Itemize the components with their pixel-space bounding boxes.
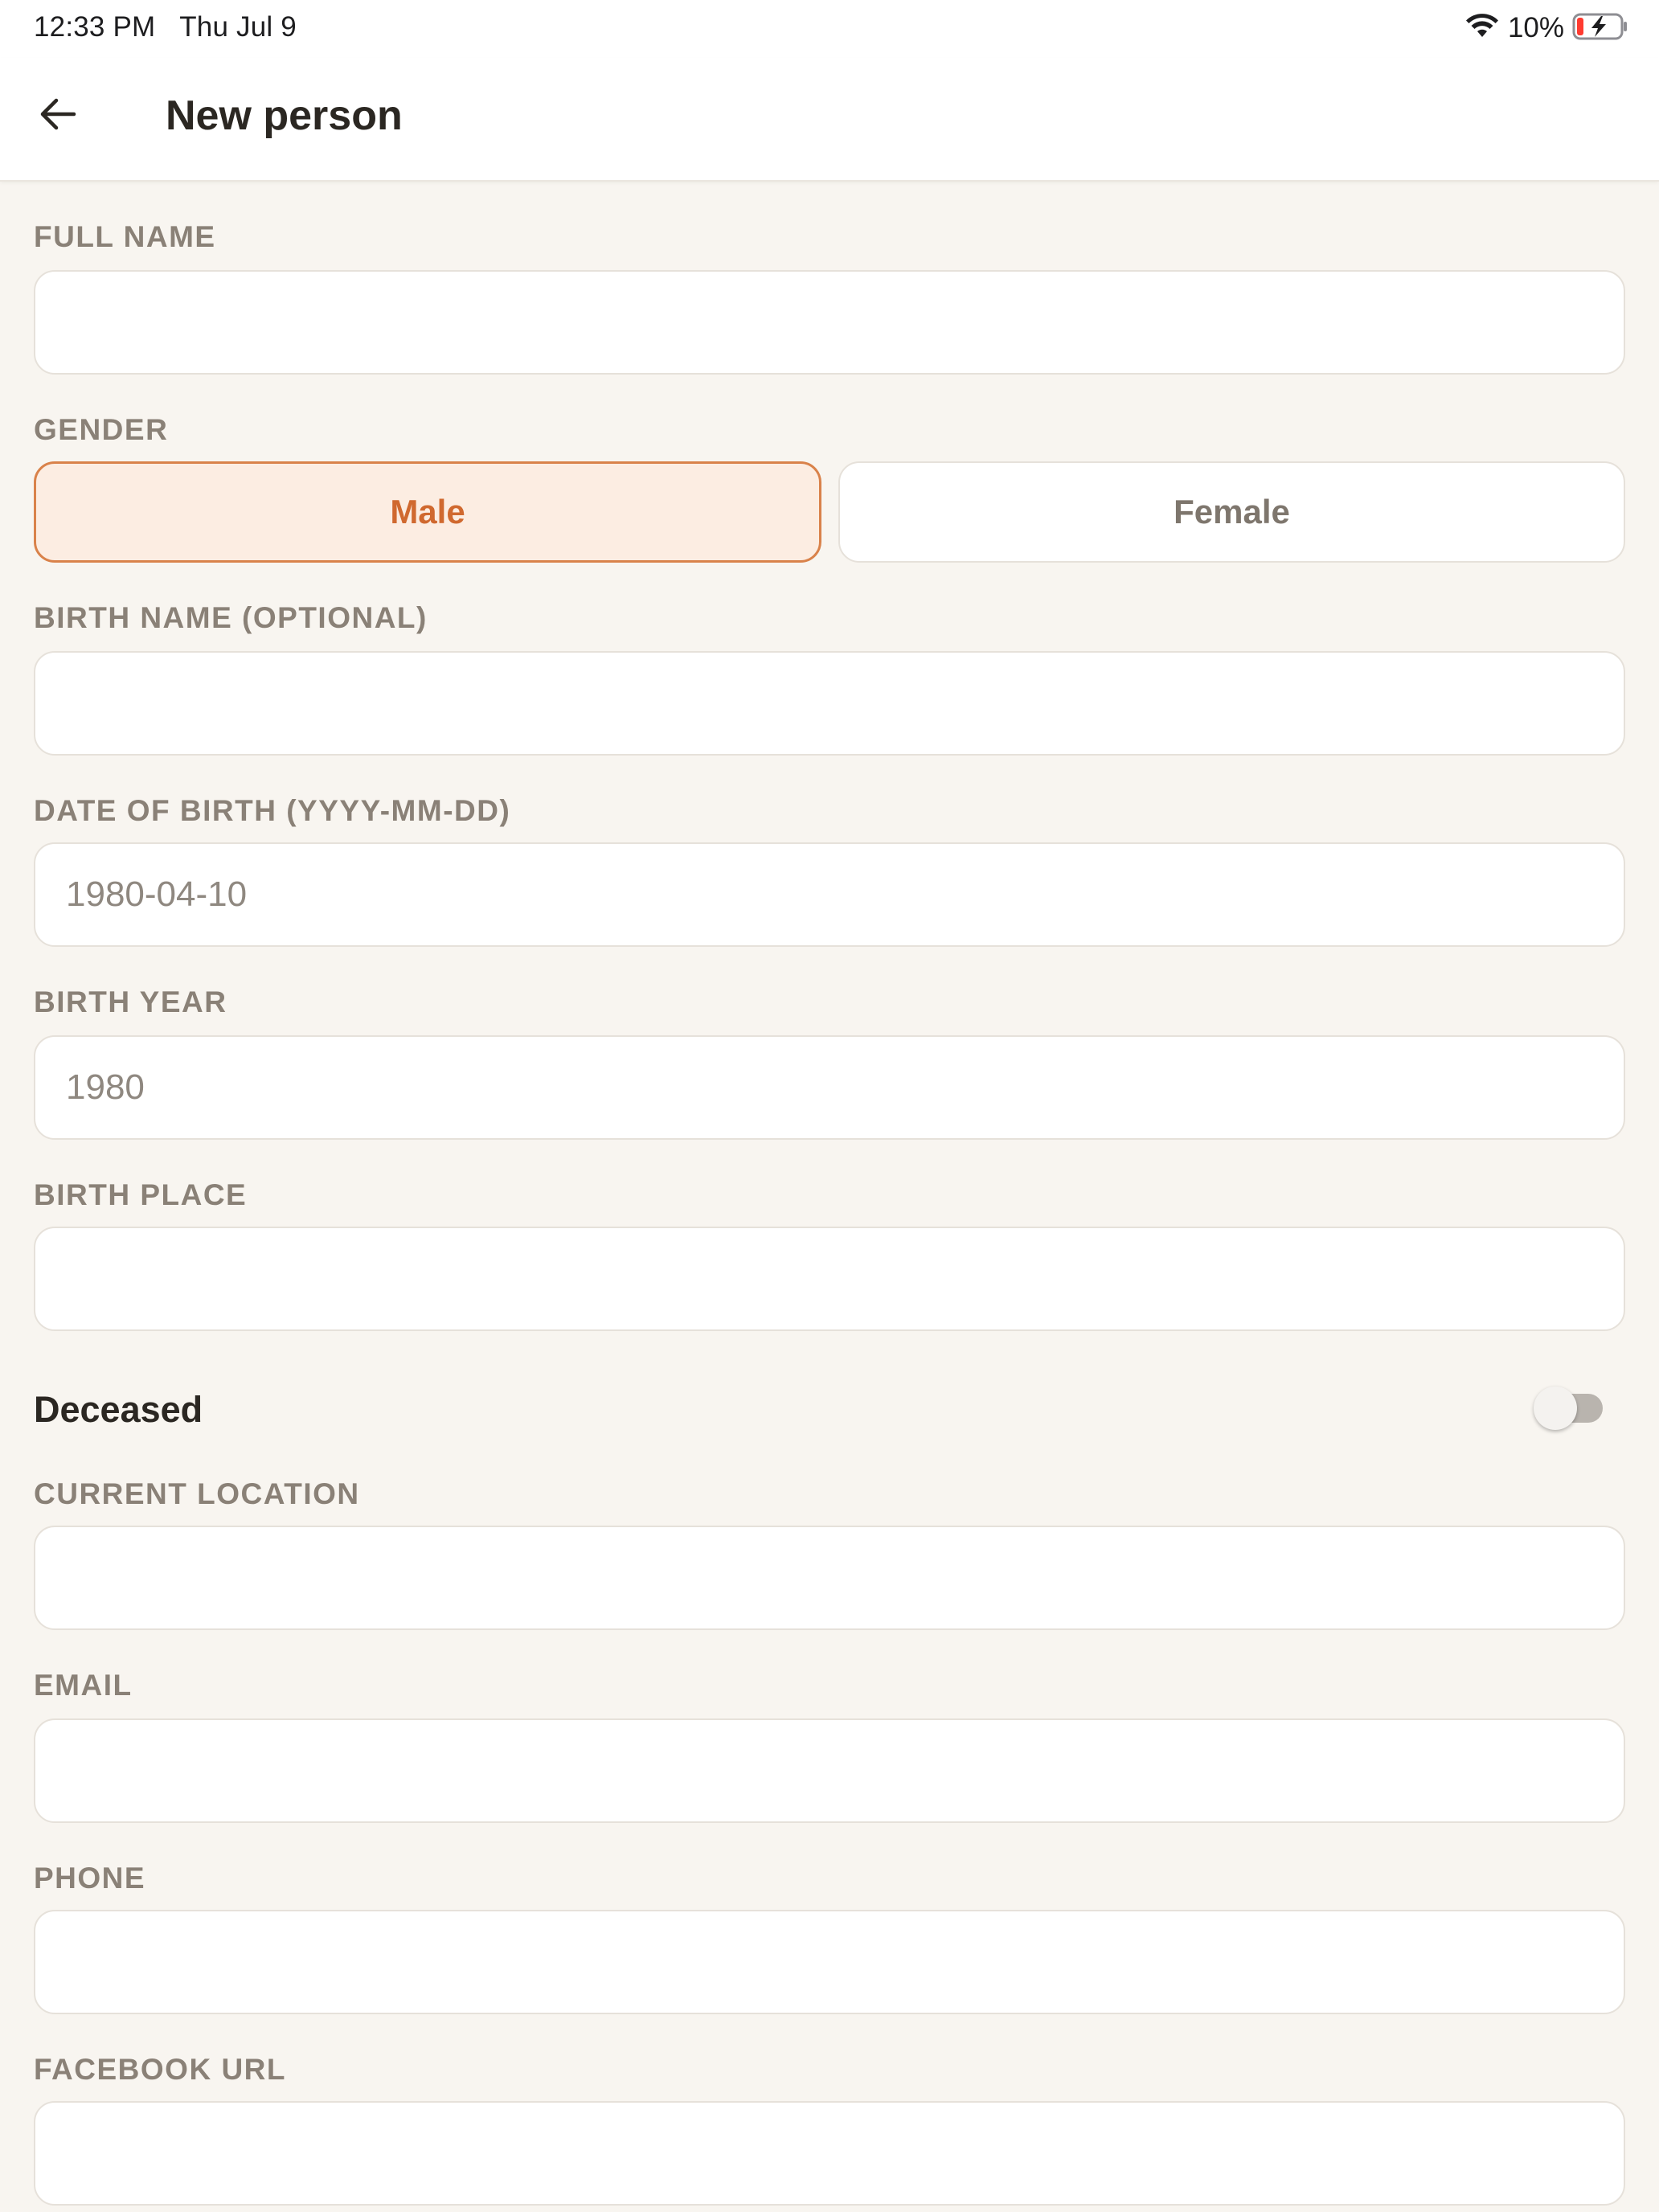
current-location-label: CURRENT LOCATION: [34, 1477, 360, 1510]
gender-female-button[interactable]: Female: [838, 461, 1625, 563]
facebook-url-input[interactable]: [66, 2103, 1624, 2204]
birth-year-field[interactable]: [34, 1035, 1625, 1140]
date-of-birth-input[interactable]: [66, 844, 1624, 945]
toggle-knob: [1534, 1387, 1577, 1430]
facebook-url-field[interactable]: [34, 2101, 1625, 2206]
full-name-field[interactable]: [34, 270, 1625, 375]
gender-male-button[interactable]: Male: [34, 461, 821, 563]
status-date: Thu Jul 9: [179, 11, 297, 43]
status-right: 10%: [1464, 10, 1630, 47]
date-of-birth-field[interactable]: [34, 842, 1625, 947]
arrow-left-icon: [39, 96, 77, 136]
birth-place-input[interactable]: [66, 1228, 1624, 1329]
status-time: 12:33 PM: [34, 11, 156, 43]
wifi-icon: [1464, 13, 1500, 44]
birth-name-label: BIRTH NAME (OPTIONAL): [34, 601, 428, 634]
full-name-input[interactable]: [66, 272, 1624, 373]
top-app-bar: New person: [0, 58, 1659, 182]
deceased-toggle[interactable]: [1534, 1387, 1603, 1430]
gender-label: GENDER: [34, 413, 169, 446]
page-title: New person: [166, 92, 403, 139]
status-time-date: 12:33 PM Thu Jul 9: [34, 11, 297, 43]
email-label: EMAIL: [34, 1669, 133, 1702]
email-input[interactable]: [66, 1720, 1624, 1821]
birth-place-label: BIRTH PLACE: [34, 1178, 248, 1211]
back-button[interactable]: [29, 87, 87, 145]
birth-year-label: BIRTH YEAR: [34, 985, 227, 1018]
full-name-label: FULL NAME: [34, 220, 216, 253]
phone-field[interactable]: [34, 1910, 1625, 2014]
phone-input[interactable]: [66, 1911, 1624, 2013]
facebook-url-label: FACEBOOK URL: [34, 2053, 286, 2086]
battery-percent: 10%: [1507, 12, 1564, 43]
current-location-field[interactable]: [34, 1526, 1625, 1630]
phone-label: PHONE: [34, 1862, 146, 1895]
status-bar: 12:33 PM Thu Jul 9 10%: [0, 0, 1659, 58]
deceased-label: Deceased: [34, 1389, 203, 1430]
birth-place-field[interactable]: [34, 1227, 1625, 1331]
birth-year-input[interactable]: [66, 1037, 1624, 1138]
date-of-birth-label: DATE OF BIRTH (YYYY-MM-DD): [34, 794, 511, 827]
current-location-input[interactable]: [66, 1527, 1624, 1628]
battery-charging-icon: [1572, 12, 1630, 45]
birth-name-input[interactable]: [66, 653, 1624, 754]
email-field[interactable]: [34, 1718, 1625, 1823]
birth-name-field[interactable]: [34, 651, 1625, 756]
